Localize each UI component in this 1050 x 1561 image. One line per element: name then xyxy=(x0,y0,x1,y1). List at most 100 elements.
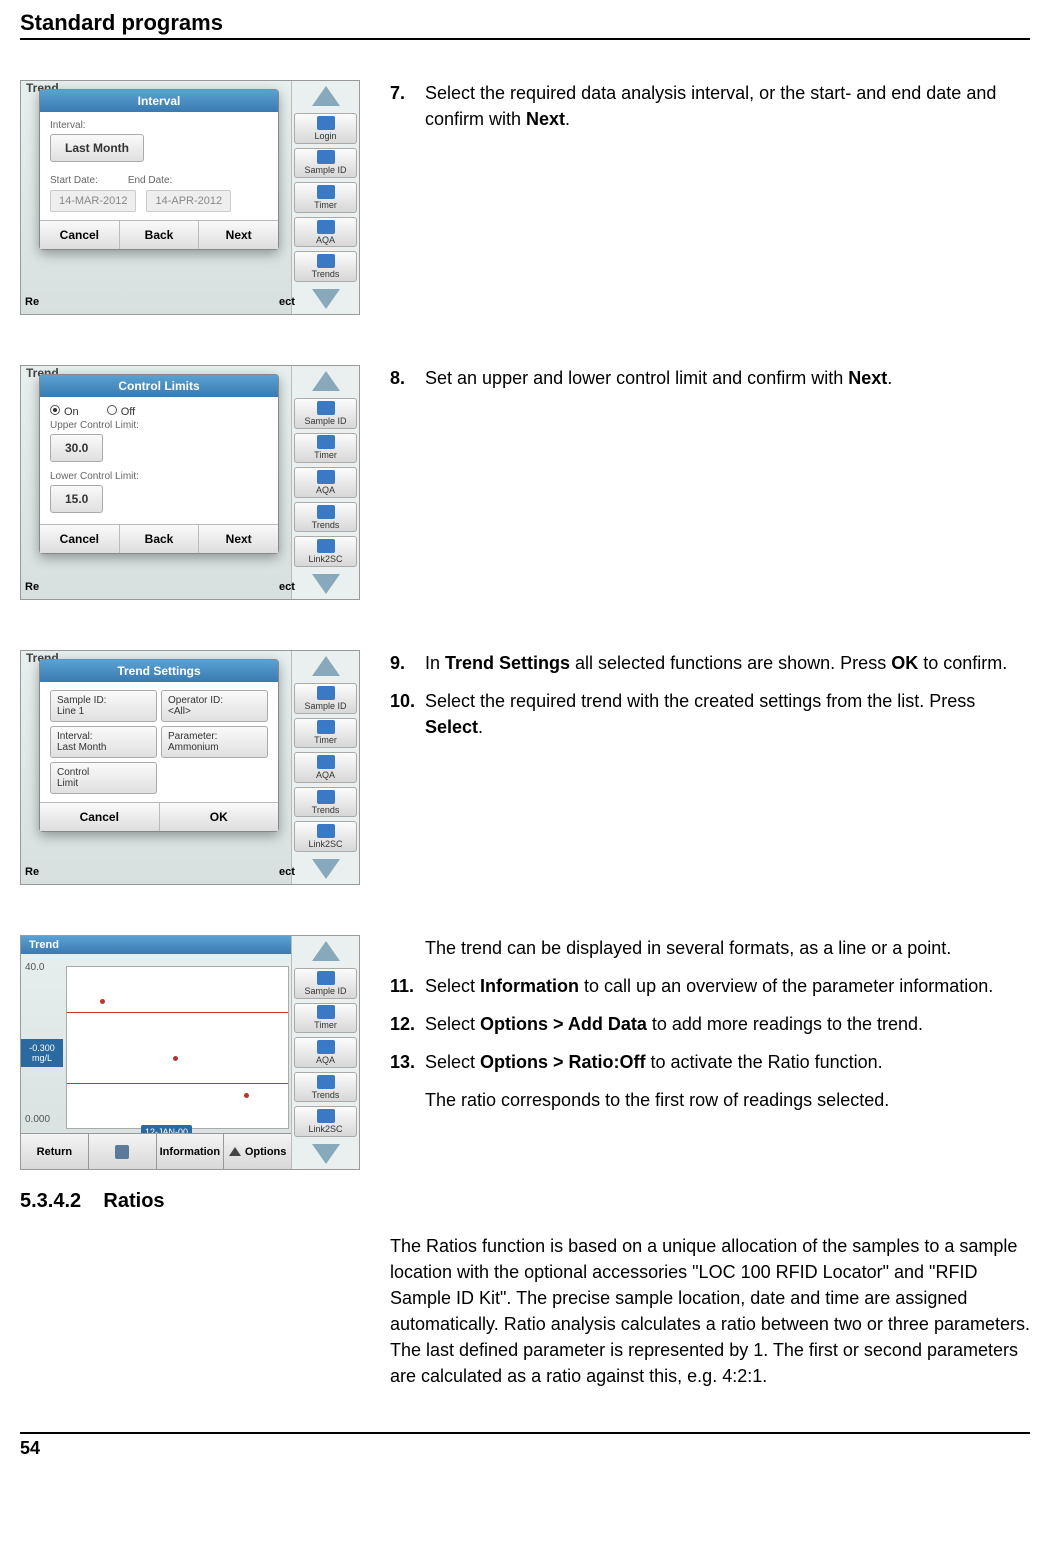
row-trend-display: Trend NH₄⁺ Line 1 40.0 0.000 -0.300mg/L … xyxy=(20,935,1030,1170)
operator-id-button[interactable]: Operator ID: <All> xyxy=(161,690,268,722)
next-button[interactable]: Next xyxy=(199,221,278,249)
scroll-down-icon[interactable] xyxy=(292,284,359,314)
sidebar-sample[interactable]: Sample ID xyxy=(294,683,357,714)
scroll-up-icon[interactable] xyxy=(292,651,359,681)
screenshot-trend-chart: Trend NH₄⁺ Line 1 40.0 0.000 -0.300mg/L … xyxy=(20,935,360,1170)
interval-button[interactable]: Interval: Last Month xyxy=(50,726,157,758)
step-number: 7. xyxy=(390,80,425,132)
row-step8: Trend Sample ID Timer AQA Trends Link2SC… xyxy=(20,365,1030,600)
cancel-button[interactable]: Cancel xyxy=(40,803,160,831)
sidebar-link[interactable]: Link2SC xyxy=(294,821,357,852)
link-icon xyxy=(317,539,335,553)
step9-text: In Trend Settings all selected functions… xyxy=(425,650,1030,676)
sidebar-timer[interactable]: Timer xyxy=(294,433,357,464)
data-point xyxy=(100,999,105,1004)
para-trend-formats: The trend can be displayed in several fo… xyxy=(390,935,1030,961)
end-label: End Date: xyxy=(128,175,172,186)
parameter-button[interactable]: Parameter: Ammonium xyxy=(161,726,268,758)
aqa-icon xyxy=(317,755,335,769)
control-limit-button[interactable]: Control Limit xyxy=(50,762,157,794)
sidebar-trends[interactable]: Trends xyxy=(294,787,357,818)
back-button[interactable]: Back xyxy=(120,221,200,249)
truncated-label: ect xyxy=(279,581,295,593)
bottom-toolbar: Return Information Options xyxy=(21,1133,291,1169)
back-button[interactable]: Back xyxy=(120,525,200,553)
scroll-down-icon[interactable] xyxy=(292,569,359,599)
sidebar-link[interactable]: Link2SC xyxy=(294,1106,357,1137)
data-point xyxy=(173,1056,178,1061)
zoom-icon xyxy=(115,1145,129,1159)
scroll-up-icon[interactable] xyxy=(292,366,359,396)
step-number: 11. xyxy=(390,973,425,999)
control-limits-dialog: Control Limits On Off Upper Control Limi… xyxy=(39,374,279,554)
aqa-icon xyxy=(317,470,335,484)
return-button[interactable]: Return xyxy=(21,1134,89,1169)
y-max: 40.0 xyxy=(25,962,44,973)
aqa-icon xyxy=(317,1040,335,1054)
scroll-down-icon[interactable] xyxy=(292,1139,359,1169)
sidebar-timer[interactable]: Timer xyxy=(294,182,357,213)
trend-settings-dialog: Trend Settings Sample ID: Line 1 Operato… xyxy=(39,659,279,832)
step12-text: Select Options > Add Data to add more re… xyxy=(425,1011,1030,1037)
start-label: Start Date: xyxy=(50,175,98,186)
link-icon xyxy=(317,824,335,838)
sidebar-aqa[interactable]: AQA xyxy=(294,217,357,248)
sidebar-sample[interactable]: Sample ID xyxy=(294,148,357,179)
interval-selector[interactable]: Last Month xyxy=(50,134,144,162)
sidebar-aqa[interactable]: AQA xyxy=(294,467,357,498)
login-icon xyxy=(317,116,335,130)
row-step7: Trend Login Sample ID Timer AQA Trends I… xyxy=(20,80,1030,315)
step-number: 13. xyxy=(390,1049,425,1075)
sidebar-trends[interactable]: Trends xyxy=(294,251,357,282)
step-number: 8. xyxy=(390,365,425,391)
lower-value[interactable]: 15.0 xyxy=(50,485,103,513)
sidebar-trends[interactable]: Trends xyxy=(294,502,357,533)
screenshot-sidebar: Sample ID Timer AQA Trends Link2SC xyxy=(291,366,359,599)
start-date: 14-MAR-2012 xyxy=(50,190,136,212)
ok-button[interactable]: OK xyxy=(160,803,279,831)
upper-value[interactable]: 30.0 xyxy=(50,434,103,462)
page-title: Standard programs xyxy=(20,10,1030,40)
screenshot-sidebar: Sample ID Timer AQA Trends Link2SC xyxy=(291,936,359,1169)
step10-text: Select the required trend with the creat… xyxy=(425,688,1030,740)
sidebar-sample[interactable]: Sample ID xyxy=(294,968,357,999)
trends-icon xyxy=(317,790,335,804)
sample-icon xyxy=(317,150,335,164)
para-ratio-note: The ratio corresponds to the first row o… xyxy=(390,1087,1030,1113)
data-point xyxy=(244,1093,249,1098)
scroll-down-icon[interactable] xyxy=(292,854,359,884)
link-icon xyxy=(317,1109,335,1123)
radio-off[interactable] xyxy=(107,405,117,415)
options-button[interactable]: Options xyxy=(224,1134,291,1169)
scroll-up-icon[interactable] xyxy=(292,936,359,966)
sidebar-aqa[interactable]: AQA xyxy=(294,1037,357,1068)
lower-label: Lower Control Limit: xyxy=(50,471,268,482)
cancel-button[interactable]: Cancel xyxy=(40,525,120,553)
sidebar-aqa[interactable]: AQA xyxy=(294,752,357,783)
step13-text: Select Options > Ratio:Off to activate t… xyxy=(425,1049,1030,1075)
truncated-label: ect xyxy=(279,296,295,308)
radio-on[interactable] xyxy=(50,405,60,415)
sample-icon xyxy=(317,401,335,415)
sidebar-login[interactable]: Login xyxy=(294,113,357,144)
next-button[interactable]: Next xyxy=(199,525,278,553)
zoom-button[interactable] xyxy=(89,1134,157,1169)
trend-chart[interactable] xyxy=(66,966,289,1129)
screenshot-sidebar: Login Sample ID Timer AQA Trends xyxy=(291,81,359,314)
cancel-button[interactable]: Cancel xyxy=(40,221,120,249)
sidebar-sample[interactable]: Sample ID xyxy=(294,398,357,429)
trend-window-title: Trend xyxy=(21,936,291,954)
sidebar-timer[interactable]: Timer xyxy=(294,718,357,749)
information-button[interactable]: Information xyxy=(157,1134,225,1169)
chevron-up-icon xyxy=(229,1147,241,1156)
sidebar-trends[interactable]: Trends xyxy=(294,1072,357,1103)
y-value-box: -0.300mg/L xyxy=(21,1039,63,1067)
truncated-left: Re xyxy=(25,581,39,593)
interval-label: Interval: xyxy=(50,120,268,131)
sample-id-button[interactable]: Sample ID: Line 1 xyxy=(50,690,157,722)
sidebar-timer[interactable]: Timer xyxy=(294,1003,357,1034)
scroll-up-icon[interactable] xyxy=(292,81,359,111)
row-ratios-para: The Ratios function is based on a unique… xyxy=(20,1233,1030,1402)
sidebar-link[interactable]: Link2SC xyxy=(294,536,357,567)
step11-text: Select Information to call up an overvie… xyxy=(425,973,1030,999)
